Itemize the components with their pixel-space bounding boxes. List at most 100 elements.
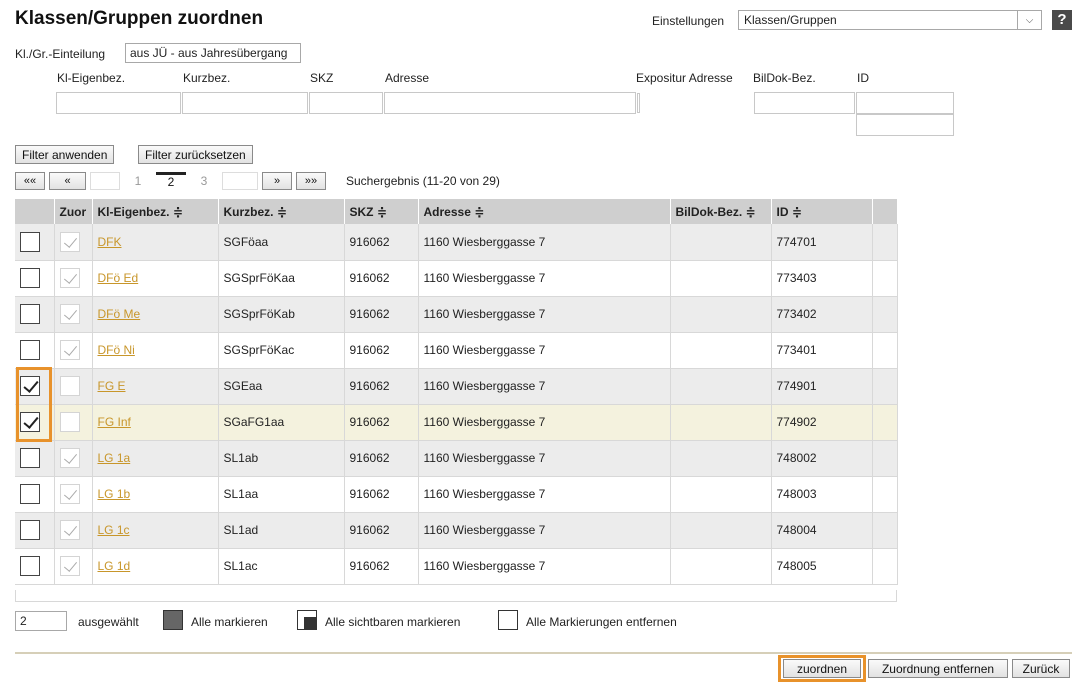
row-bildok (670, 512, 772, 549)
row-name-cell: FG E (92, 368, 219, 405)
filter-input-skz[interactable] (309, 92, 383, 114)
assign-button[interactable]: zuordnen (783, 659, 861, 678)
row-select-cell (15, 512, 55, 549)
row-adresse: 1160 Wiesberggasse 7 (418, 476, 671, 513)
table-row[interactable]: LG 1a SL1ab 916062 1160 Wiesberggasse 7 7480… (15, 440, 898, 477)
class-name-link[interactable]: DFö Ed (98, 271, 139, 285)
help-icon[interactable]: ? (1052, 10, 1072, 30)
row-bildok (670, 224, 772, 261)
table-footer (15, 590, 897, 602)
filter-input-kl-eigenbez[interactable] (56, 92, 181, 114)
row-spacer (872, 440, 898, 477)
class-name-link[interactable]: LG 1b (98, 487, 131, 501)
filter-reset-button[interactable]: Filter zurücksetzen (138, 145, 253, 164)
col-header-skz[interactable]: SKZ ≑ (344, 199, 419, 224)
table-header-row: Zuor Kl-Eigenbez. ≑ Kurzbez. ≑ SKZ ≑ Adr… (15, 199, 898, 224)
class-name-link[interactable]: DFö Ni (98, 343, 135, 357)
einteilung-field[interactable]: aus JÜ - aus Jahresübergang (125, 43, 301, 63)
table-row[interactable]: DFö Ni SGSprFöKac 916062 1160 Wiesberggasse… (15, 332, 898, 369)
pager-prev-button[interactable]: « (49, 172, 86, 190)
unmark-all-label[interactable]: Alle Markierungen entfernen (526, 615, 677, 629)
row-bildok (670, 476, 772, 513)
row-select-checkbox[interactable] (20, 448, 40, 468)
unmark-all-icon[interactable] (498, 610, 518, 630)
col-header-kl-eigenbez[interactable]: Kl-Eigenbez. ≑ (92, 199, 219, 224)
class-name-link[interactable]: FG E (98, 379, 126, 393)
row-adresse: 1160 Wiesberggasse 7 (418, 368, 671, 405)
col-header-adresse[interactable]: Adresse ≑ (418, 199, 671, 224)
table-row[interactable]: DFö Ed SGSprFöKaa 916062 1160 Wiesberggasse… (15, 260, 898, 297)
filter-label-id: ID (857, 71, 869, 85)
class-name-link[interactable]: FG Inf (98, 415, 131, 429)
table-row[interactable]: FG E SGEaa 916062 1160 Wiesberggasse 7 77490… (15, 368, 898, 405)
table-row[interactable]: LG 1d SL1ac 916062 1160 Wiesberggasse 7 7480… (15, 548, 898, 585)
row-zuor-cell (54, 404, 93, 441)
mark-all-label[interactable]: Alle markieren (191, 615, 268, 629)
row-skz: 916062 (344, 224, 419, 261)
table-row[interactable]: LG 1c SL1ad 916062 1160 Wiesberggasse 7 7480… (15, 512, 898, 549)
row-spacer (872, 296, 898, 333)
pager-page-2[interactable]: 2 (156, 172, 186, 190)
filter-input-id-from[interactable] (856, 92, 954, 114)
table-row[interactable]: FG Inf SGaFG1aa 916062 1160 Wiesberggasse 7… (15, 404, 898, 441)
class-name-link[interactable]: LG 1a (98, 451, 131, 465)
mark-all-icon[interactable] (163, 610, 183, 630)
mark-visible-label[interactable]: Alle sichtbaren markieren (325, 615, 460, 629)
row-name-cell: LG 1d (92, 548, 219, 585)
col-header-zuor[interactable]: Zuor (54, 199, 93, 224)
row-select-checkbox[interactable] (20, 304, 40, 324)
row-adresse: 1160 Wiesberggasse 7 (418, 296, 671, 333)
row-kurzbez: SL1ad (218, 512, 345, 549)
class-name-link[interactable]: DFö Me (98, 307, 141, 321)
class-name-link[interactable]: DFK (98, 235, 122, 249)
col-header-spacer (872, 199, 898, 224)
col-header-select (15, 199, 55, 224)
row-kurzbez: SGSprFöKaa (218, 260, 345, 297)
row-skz: 916062 (344, 296, 419, 333)
row-id: 773402 (771, 296, 873, 333)
class-name-link[interactable]: LG 1d (98, 559, 131, 573)
settings-select[interactable]: Klassen/Gruppen ⌵ (738, 10, 1042, 30)
row-select-checkbox[interactable] (20, 556, 40, 576)
pager-page-3[interactable]: 3 (189, 172, 219, 190)
mark-visible-icon[interactable] (297, 610, 317, 630)
row-select-checkbox[interactable] (20, 340, 40, 360)
filter-input-adresse[interactable] (384, 92, 636, 114)
pager-first-button[interactable]: «« (15, 172, 45, 190)
row-select-checkbox[interactable] (20, 484, 40, 504)
filter-input-bildok[interactable] (754, 92, 855, 114)
filter-input-kurzbez[interactable] (182, 92, 308, 114)
row-kurzbez: SGFöaa (218, 224, 345, 261)
row-bildok (670, 548, 772, 585)
pager-next-button[interactable]: » (262, 172, 292, 190)
row-adresse: 1160 Wiesberggasse 7 (418, 512, 671, 549)
table-row[interactable]: DFö Me SGSprFöKab 916062 1160 Wiesberggasse… (15, 296, 898, 333)
filter-checkbox-expositur[interactable] (637, 93, 640, 113)
row-assigned-checkbox (59, 484, 80, 504)
col-header-id[interactable]: ID ≑ (771, 199, 873, 224)
row-select-cell (15, 332, 55, 369)
filter-label-bildok: BilDok-Bez. (753, 71, 816, 85)
row-assigned-checkbox (59, 556, 80, 576)
back-button[interactable]: Zurück (1012, 659, 1070, 678)
col-header-kurzbez[interactable]: Kurzbez. ≑ (218, 199, 345, 224)
row-name-cell: DFö Me (92, 296, 219, 333)
pager-last-button[interactable]: »» (296, 172, 326, 190)
row-assigned-checkbox (59, 412, 80, 432)
col-header-bildok[interactable]: BilDok-Bez. ≑ (670, 199, 772, 224)
row-select-checkbox[interactable] (20, 231, 40, 252)
row-select-checkbox[interactable] (20, 268, 40, 288)
filter-input-id-to[interactable] (856, 114, 954, 136)
class-name-link[interactable]: LG 1c (98, 523, 130, 537)
row-spacer (872, 404, 898, 441)
remove-assignment-button[interactable]: Zuordnung entfernen (868, 659, 1008, 678)
row-spacer (872, 476, 898, 513)
table-row[interactable]: LG 1b SL1aa 916062 1160 Wiesberggasse 7 7480… (15, 476, 898, 513)
table-row[interactable]: DFK SGFöaa 916062 1160 Wiesberggasse 7 77470… (15, 224, 898, 261)
row-select-checkbox[interactable] (20, 520, 40, 540)
row-spacer (872, 332, 898, 369)
chevron-down-icon[interactable]: ⌵ (1017, 11, 1041, 29)
filter-apply-button[interactable]: Filter anwenden (15, 145, 115, 164)
row-id: 774902 (771, 404, 873, 441)
pager-page-1[interactable]: 1 (123, 172, 153, 190)
